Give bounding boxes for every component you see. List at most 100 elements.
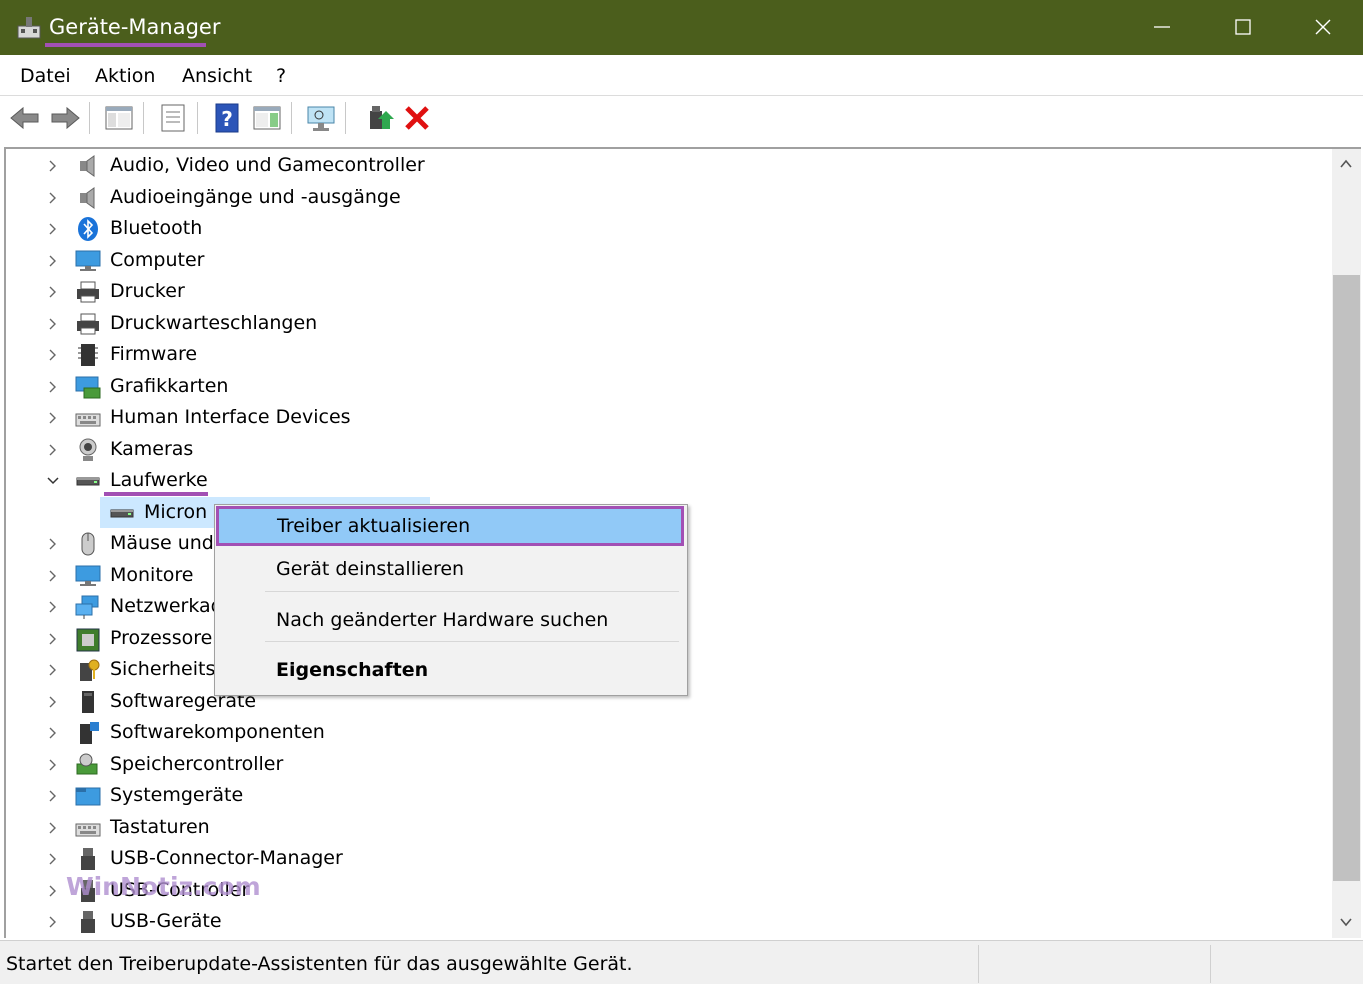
chevron-right-icon[interactable] (45, 851, 61, 867)
menu-item-label: Gerät deinstallieren (276, 558, 465, 580)
device-category[interactable]: Bluetooth (0, 214, 1300, 245)
close-icon (1315, 19, 1331, 35)
device-category[interactable]: Speichercontroller (0, 750, 1300, 781)
chevron-right-icon[interactable] (45, 662, 61, 678)
menu-item-uninstall-device[interactable]: Gerät deinstallieren (216, 550, 684, 590)
network-icon (75, 595, 99, 619)
forward-button[interactable] (48, 101, 82, 135)
device-category[interactable]: USB-Connector-Manager (0, 844, 1300, 875)
security-key-icon (80, 659, 100, 681)
close-button[interactable] (1283, 0, 1363, 55)
scroll-up-arrow-icon[interactable] (1337, 155, 1355, 173)
drive-icon (76, 477, 100, 486)
menu-item-label: Nach geänderter Hardware suchen (276, 609, 609, 631)
action-pane-button[interactable] (250, 101, 284, 135)
device-category[interactable]: Kameras (0, 435, 1300, 466)
system-folder-icon (75, 787, 101, 806)
device-label: Speichercontroller (110, 753, 284, 775)
menu-item-properties[interactable]: Eigenschaften (216, 651, 684, 691)
status-bar: Startet den Treiberupdate-Assistenten fü… (0, 940, 1363, 984)
device-label: Monitore (110, 564, 194, 586)
device-category[interactable]: Audio, Video und Gamecontroller (0, 151, 1300, 182)
menu-aktion[interactable]: Aktion (95, 65, 155, 87)
device-category[interactable]: USB-Geräte (0, 907, 1300, 938)
menu-help[interactable]: ? (276, 65, 286, 87)
menu-item-label: Eigenschaften (276, 659, 429, 681)
device-label: Softwarekomponenten (110, 721, 325, 743)
device-category[interactable]: Drucker (0, 277, 1300, 308)
scroll-down-arrow-icon[interactable] (1337, 913, 1355, 931)
chevron-down-icon[interactable] (45, 473, 61, 489)
device-category[interactable]: Audioeingänge und -ausgänge (0, 183, 1300, 214)
menu-bar: Datei Aktion Ansicht ? (0, 55, 1363, 96)
device-label: Sicherheits (110, 658, 216, 680)
chevron-right-icon[interactable] (45, 536, 61, 552)
keyboard-icon (75, 823, 101, 837)
uninstall-device-button[interactable] (400, 101, 434, 135)
device-label: Human Interface Devices (110, 406, 351, 428)
device-category[interactable]: Systemgeräte (0, 781, 1300, 812)
toolbar-separator (197, 102, 198, 134)
minimize-button[interactable] (1122, 0, 1202, 55)
menu-item-scan-hardware[interactable]: Nach geänderter Hardware suchen (216, 601, 684, 641)
device-category[interactable]: Druckwarteschlangen (0, 309, 1300, 340)
chevron-right-icon[interactable] (45, 883, 61, 899)
chevron-right-icon[interactable] (45, 631, 61, 647)
chevron-right-icon[interactable] (45, 788, 61, 804)
chevron-right-icon[interactable] (45, 347, 61, 363)
chevron-right-icon[interactable] (45, 568, 61, 584)
chevron-right-icon[interactable] (45, 253, 61, 269)
drive-icon (110, 509, 134, 518)
update-driver-button[interactable] (362, 101, 396, 135)
device-category[interactable]: Computer (0, 246, 1300, 277)
console-tree-button[interactable] (102, 101, 136, 135)
chevron-right-icon[interactable] (45, 914, 61, 930)
chevron-right-icon[interactable] (45, 190, 61, 206)
action-pane-icon (253, 106, 281, 130)
minimize-icon (1154, 26, 1170, 28)
menu-datei[interactable]: Datei (20, 65, 71, 87)
software-component-icon (80, 722, 99, 744)
scrollbar-thumb[interactable] (1333, 275, 1360, 881)
toolbar-separator (291, 102, 292, 134)
chevron-right-icon[interactable] (45, 599, 61, 615)
chevron-right-icon[interactable] (45, 725, 61, 741)
device-label: Audioeingänge und -ausgänge (110, 186, 401, 208)
chevron-right-icon[interactable] (45, 221, 61, 237)
vertical-scrollbar[interactable] (1332, 149, 1361, 938)
chevron-right-icon[interactable] (45, 820, 61, 836)
chevron-right-icon[interactable] (45, 284, 61, 300)
menu-item-update-driver[interactable]: Treiber aktualisieren (216, 506, 684, 546)
device-category[interactable]: Tastaturen (0, 813, 1300, 844)
chevron-right-icon[interactable] (45, 158, 61, 174)
status-divider (1210, 945, 1211, 983)
device-category[interactable]: Human Interface Devices (0, 403, 1300, 434)
forward-arrow-icon (51, 106, 80, 130)
back-arrow-icon (10, 106, 39, 130)
back-button[interactable] (8, 101, 42, 135)
show-hide-console-tree-icon (105, 106, 133, 130)
device-category[interactable]: Grafikkarten (0, 372, 1300, 403)
chevron-right-icon[interactable] (45, 442, 61, 458)
speaker-icon (80, 187, 95, 209)
help-button[interactable]: ? (210, 101, 244, 135)
chevron-right-icon[interactable] (45, 410, 61, 426)
chevron-right-icon[interactable] (45, 316, 61, 332)
scan-hardware-button[interactable] (304, 101, 338, 135)
chevron-right-icon[interactable] (45, 379, 61, 395)
device-label: Mäuse und (110, 532, 214, 554)
maximize-button[interactable] (1202, 0, 1282, 55)
properties-button[interactable] (156, 101, 190, 135)
device-category[interactable]: Firmware (0, 340, 1300, 371)
menu-ansicht[interactable]: Ansicht (182, 65, 252, 87)
chevron-right-icon[interactable] (45, 757, 61, 773)
usb-icon (81, 848, 95, 870)
mouse-icon (81, 532, 95, 556)
device-label: Computer (110, 249, 205, 271)
chevron-right-icon[interactable] (45, 694, 61, 710)
cpu-icon (76, 628, 100, 652)
device-category[interactable]: Softwarekomponenten (0, 718, 1300, 749)
status-text: Startet den Treiberupdate-Assistenten fü… (6, 953, 633, 975)
uninstall-device-icon (405, 106, 429, 130)
webcam-icon (79, 438, 97, 461)
